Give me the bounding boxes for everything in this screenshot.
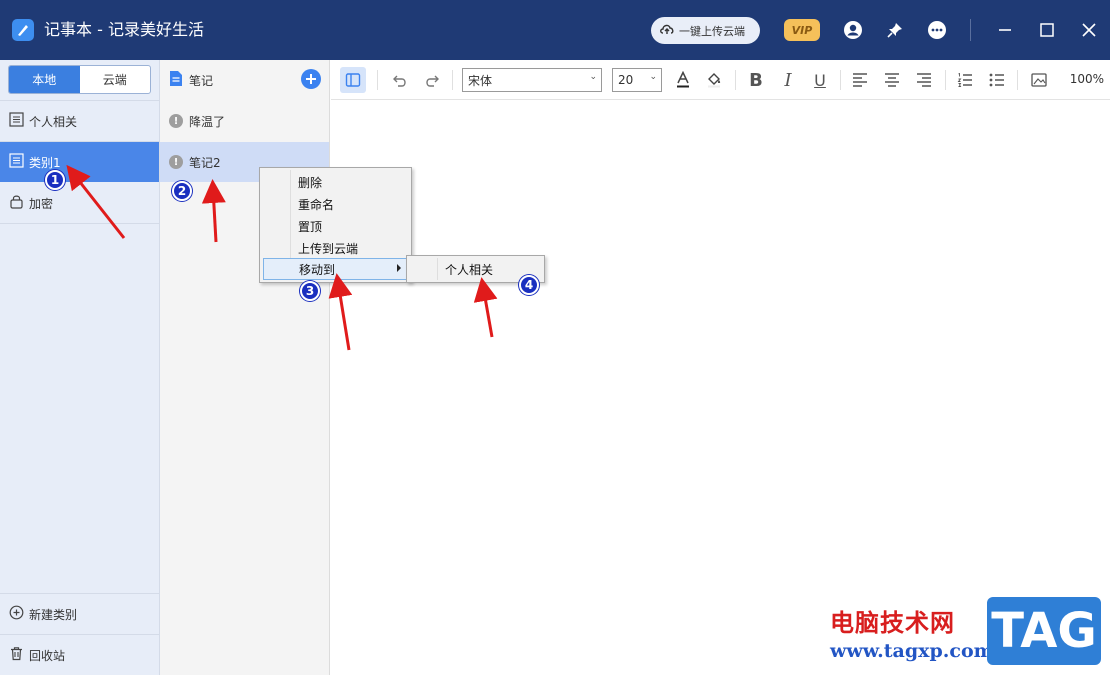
titlebar-divider [970, 19, 971, 41]
close-icon[interactable] [1077, 18, 1101, 42]
watermark-url: www.tagxp.com [830, 640, 994, 662]
font-size-value: 20 [618, 73, 634, 87]
tab-local[interactable]: 本地 [9, 66, 80, 93]
chevron-down-icon: ⌄ [589, 72, 597, 82]
warning-icon: ! [169, 114, 183, 128]
watermark-text: 电脑技术网 [830, 609, 955, 637]
recycle-bin-button[interactable]: 回收站 [0, 635, 159, 675]
tab-cloud[interactable]: 云端 [80, 66, 151, 93]
submenu-arrow-icon [397, 264, 401, 272]
maximize-icon[interactable] [1035, 18, 1059, 42]
more-icon[interactable] [925, 18, 949, 42]
pin-icon[interactable] [883, 18, 907, 42]
context-menu: 删除 重命名 置顶 上传到云端 移动到 [259, 167, 412, 283]
annotation-badge-2: 2 [172, 181, 192, 201]
category-divider [0, 223, 159, 224]
app-logo-icon [12, 19, 34, 41]
menu-item-upload-cloud[interactable]: 上传到云端 [263, 237, 408, 259]
zoom-level[interactable]: 100% [1070, 72, 1104, 86]
editor-area[interactable] [331, 100, 1110, 675]
note-item-cooling[interactable]: ! 降温了 [160, 101, 329, 141]
add-note-button[interactable] [301, 69, 321, 89]
bullet-list-icon[interactable] [984, 67, 1010, 93]
numbered-list-icon[interactable] [952, 67, 978, 93]
toolbar-divider [1017, 70, 1018, 90]
annotation-badge-4: 4 [519, 275, 539, 295]
category-item-category1[interactable]: 类别1 [0, 142, 159, 182]
bold-icon[interactable]: B [743, 67, 769, 93]
category-label: 个人相关 [29, 114, 78, 129]
app-title: 记事本 - 记录美好生活 [44, 20, 204, 39]
plus-icon [306, 74, 316, 84]
new-category-button[interactable]: 新建类别 [0, 594, 159, 634]
toolbar-divider [840, 70, 841, 90]
underline-icon[interactable]: U [807, 67, 833, 93]
trash-icon [9, 646, 24, 664]
list-icon [9, 153, 24, 171]
minimize-icon[interactable] [993, 18, 1017, 42]
toolbar-divider [945, 70, 946, 90]
lock-icon [9, 194, 24, 212]
toolbar-divider [377, 70, 378, 90]
menu-item-delete[interactable]: 删除 [263, 171, 408, 193]
upload-label: 一键上传云端 [679, 24, 745, 38]
note-list-panel: 笔记 ! 降温了 ! 笔记2 [160, 60, 330, 675]
menu-item-move-to[interactable]: 移动到 [263, 258, 408, 280]
annotation-badge-1: 1 [45, 170, 65, 190]
font-size-select[interactable]: 20 ⌄ [612, 68, 662, 92]
category-sidebar: 本地 云端 个人相关 类别1 加密 新建类别 回收站 [0, 60, 160, 675]
font-family-select[interactable]: 宋体 ⌄ [462, 68, 602, 92]
align-right-icon[interactable] [911, 67, 937, 93]
recycle-label: 回收站 [29, 648, 66, 663]
cloud-upload-icon [659, 22, 675, 39]
editor-toolbar: 宋体 ⌄ 20 ⌄ B I U 100% [331, 60, 1110, 100]
category-label: 类别1 [29, 155, 61, 170]
note-icon [169, 70, 183, 90]
category-item-encrypted[interactable]: 加密 [0, 183, 159, 223]
menu-item-rename[interactable]: 重命名 [263, 193, 408, 215]
italic-icon[interactable]: I [775, 67, 801, 93]
toolbar-divider [735, 70, 736, 90]
storage-toggle: 本地 云端 [8, 65, 151, 94]
watermark-logo: TAG [987, 597, 1101, 665]
menu-item-pin-top[interactable]: 置顶 [263, 215, 408, 237]
user-icon[interactable] [841, 18, 865, 42]
new-category-label: 新建类别 [29, 607, 78, 622]
annotation-badge-3: 3 [300, 281, 320, 301]
note-title: 降温了 [189, 114, 226, 129]
highlight-color-icon[interactable] [701, 67, 727, 93]
title-bar: 记事本 - 记录美好生活 一键上传云端 VIP [0, 0, 1110, 60]
undo-icon[interactable] [387, 67, 413, 93]
category-label: 加密 [29, 196, 54, 211]
align-center-icon[interactable] [879, 67, 905, 93]
category-item-personal[interactable]: 个人相关 [0, 101, 159, 141]
image-icon[interactable] [1026, 67, 1052, 93]
upload-to-cloud-button[interactable]: 一键上传云端 [651, 17, 760, 44]
list-icon [9, 112, 24, 130]
menu-item-label: 移动到 [299, 262, 336, 277]
add-circle-icon [9, 605, 24, 623]
align-left-icon[interactable] [847, 67, 873, 93]
vip-badge[interactable]: VIP [784, 19, 820, 41]
toggle-sidebar-icon[interactable] [340, 67, 366, 93]
note-list-title: 笔记 [189, 73, 214, 88]
note-title: 笔记2 [189, 155, 221, 170]
chevron-down-icon: ⌄ [649, 72, 657, 82]
font-family-value: 宋体 [468, 73, 493, 88]
warning-icon: ! [169, 155, 183, 169]
text-color-icon[interactable] [670, 67, 696, 93]
redo-icon[interactable] [419, 67, 445, 93]
toolbar-divider [452, 70, 453, 90]
